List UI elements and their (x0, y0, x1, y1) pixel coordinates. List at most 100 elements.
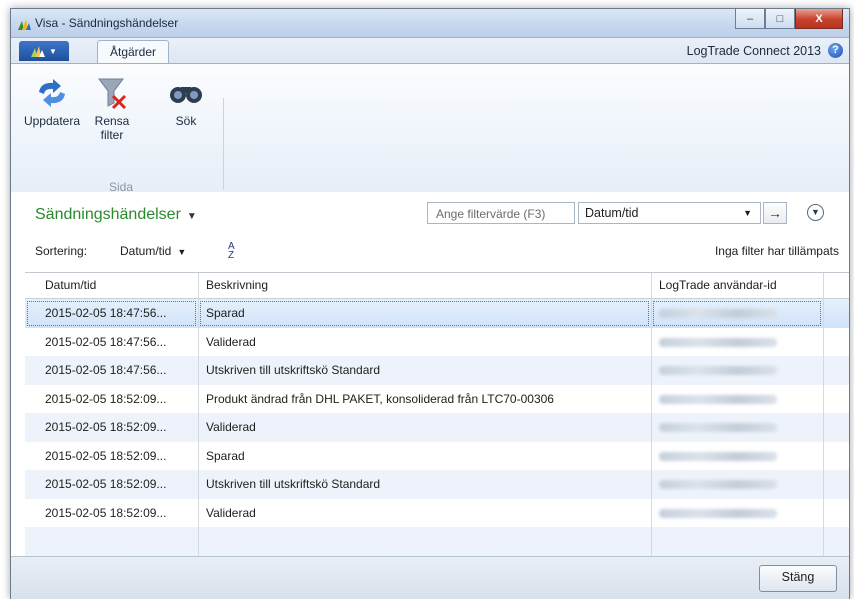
cell-date: 2015-02-05 18:52:09... (45, 420, 167, 434)
cell-empty (198, 527, 651, 556)
cell-date: 2015-02-05 18:47:56... (25, 299, 198, 328)
content-area: Sändningshändelser ▼ Ange filtervärde (F3… (11, 192, 849, 599)
expand-filter-button[interactable]: ▼ (807, 204, 824, 221)
redacted-user-id (659, 508, 777, 518)
cell-empty (651, 527, 823, 556)
clear-filter-label-1: Rensa (94, 114, 130, 128)
minimize-button[interactable]: – (735, 9, 765, 29)
column-header-user-id[interactable]: LogTrade användar-id (651, 273, 823, 298)
apply-filter-button[interactable]: → (763, 202, 787, 224)
cell-date: 2015-02-05 18:47:56... (45, 334, 167, 349)
column-header-date[interactable]: Datum/tid (25, 273, 198, 298)
cell-user-id (651, 327, 823, 356)
cell-empty (823, 299, 849, 328)
sort-field-select[interactable]: Datum/tid ▼ (120, 244, 186, 258)
redacted-user-id (659, 423, 777, 432)
close-button[interactable]: Stäng (759, 565, 837, 592)
redacted-user-id (659, 451, 777, 461)
cell-date: 2015-02-05 18:47:56... (45, 363, 167, 377)
cell-date: 2015-02-05 18:52:09... (45, 505, 167, 520)
binoculars-icon (170, 87, 202, 103)
ribbon-panel: Uppdatera Rensa filter Sök Sida (11, 63, 849, 194)
cell-user-id (651, 299, 823, 328)
chevron-down-icon: ▼ (49, 46, 57, 56)
table-row[interactable]: 2015-02-05 18:52:09... Validerad (25, 413, 849, 442)
clear-filter-label-2: filter (100, 128, 124, 142)
help-icon[interactable]: ? (828, 43, 843, 58)
product-name: LogTrade Connect 2013 (686, 44, 821, 58)
table-row[interactable]: 2015-02-05 18:52:09... Validerad (25, 498, 849, 527)
cell-empty (823, 327, 849, 356)
events-table: Datum/tid Beskrivning LogTrade användar-… (25, 272, 849, 558)
cell-description: Validerad (198, 327, 651, 356)
chevron-down-circle-icon: ▼ (811, 207, 820, 217)
filter-input[interactable]: Ange filtervärde (F3) (427, 202, 575, 224)
redacted-user-id (659, 337, 777, 347)
filter-field-value: Datum/tid (585, 206, 639, 220)
cell-date: 2015-02-05 18:52:09... (45, 448, 167, 463)
table-row[interactable]: 2015-02-05 18:47:56... Utskriven till ut… (25, 356, 849, 385)
cell-description: Validerad (198, 413, 651, 442)
redacted-user-id (659, 309, 777, 318)
redacted-user-id (659, 366, 777, 375)
cell-date: 2015-02-05 18:52:09... (45, 391, 167, 406)
cell-description: Utskriven till utskriftskö Standard (198, 356, 651, 385)
title-bar[interactable]: Visa - Sändningshändelser – □ X (11, 9, 849, 38)
column-header-extra (823, 273, 849, 298)
chevron-down-icon: ▼ (743, 208, 752, 218)
cell-date: 2015-02-05 18:52:09... (45, 477, 167, 491)
sort-row: Sortering: Datum/tid ▼ AZ Inga filter har… (35, 242, 839, 264)
cell-user-id (651, 441, 823, 470)
app-logo-icon (18, 19, 31, 30)
table-row[interactable]: 2015-02-05 18:52:09... Utskriven till ut… (25, 470, 849, 499)
cell-empty (823, 527, 849, 556)
table-row[interactable]: 2015-02-05 18:47:56... Sparad (25, 299, 849, 328)
dialog-footer: Stäng (11, 556, 849, 599)
column-header-description[interactable]: Beskrivning (198, 273, 651, 298)
cell-user-id (651, 470, 823, 499)
cell-description: Sparad (198, 441, 651, 470)
ribbon-tab-row: ▼ Åtgärder LogTrade Connect 2013 ? (11, 38, 849, 64)
refresh-label: Uppdatera (23, 114, 81, 128)
cell-empty (823, 384, 849, 413)
page-title-text: Sändningshändelser (35, 206, 181, 223)
table-row[interactable]: 2015-02-05 18:52:09... Sparad (25, 441, 849, 470)
redacted-user-id (659, 394, 777, 404)
search-label: Sök (175, 114, 197, 128)
close-window-button[interactable]: X (795, 9, 843, 29)
application-menu-button[interactable]: ▼ (19, 41, 69, 61)
chevron-down-icon: ▼ (177, 247, 187, 257)
page-title[interactable]: Sändningshändelser ▼ (35, 206, 197, 224)
arrow-right-icon: → (768, 205, 782, 221)
cell-description: Sparad (198, 299, 651, 328)
cell-user-id (651, 356, 823, 385)
ribbon-group-separator (223, 98, 224, 190)
sort-order-icon[interactable]: AZ (228, 242, 235, 261)
refresh-button[interactable]: Uppdatera (17, 72, 87, 128)
table-row-empty (25, 527, 849, 556)
cell-empty (25, 527, 198, 556)
app-menu-logo-icon (31, 46, 46, 57)
cell-empty (823, 498, 849, 527)
filter-field-select[interactable]: Datum/tid ▼ (578, 202, 761, 224)
refresh-icon (39, 79, 65, 107)
maximize-button[interactable]: □ (765, 9, 795, 29)
tab-atgarder[interactable]: Åtgärder (97, 40, 170, 64)
cell-description: Utskriven till utskriftskö Standard (198, 470, 651, 499)
clear-filter-icon (98, 78, 127, 110)
cell-user-id (651, 413, 823, 442)
cell-user-id (651, 384, 823, 413)
cell-empty (823, 470, 849, 499)
table-row[interactable]: 2015-02-05 18:52:09... Produkt ändrad fr… (25, 384, 849, 413)
cell-description: Validerad (198, 498, 651, 527)
cell-description: Produkt ändrad från DHL PAKET, konsolide… (198, 384, 651, 413)
clear-filter-button[interactable]: Rensa filter (87, 72, 137, 142)
search-button[interactable]: Sök (161, 72, 211, 128)
cell-user-id (651, 498, 823, 527)
sort-field-value: Datum/tid (120, 244, 172, 258)
chevron-down-icon: ▼ (186, 211, 197, 222)
sort-label: Sortering: (35, 244, 88, 258)
filter-status: Inga filter har tillämpats (714, 244, 839, 258)
table-row[interactable]: 2015-02-05 18:47:56... Validerad (25, 327, 849, 356)
window-title: Visa - Sändningshändelser (35, 16, 179, 30)
